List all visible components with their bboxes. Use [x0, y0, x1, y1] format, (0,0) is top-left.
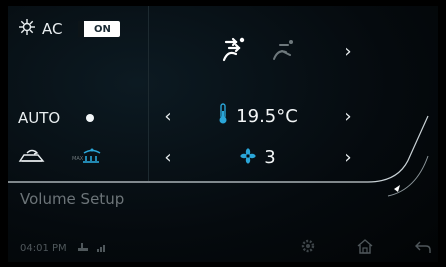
panel-edge-curve — [8, 115, 429, 197]
status-bar: 04:01 PM — [8, 234, 438, 262]
back-arrow-icon[interactable] — [414, 239, 432, 258]
nav-icons — [300, 238, 432, 258]
gear-icon[interactable] — [300, 238, 316, 258]
volume-setup-button[interactable]: Volume Setup — [20, 190, 124, 208]
home-icon[interactable] — [356, 238, 374, 258]
climate-screen: AC ON AUTO MAX › ‹ 19.5°C › ‹ 3 › Volume… — [8, 6, 438, 262]
connection-icon — [77, 242, 89, 255]
clock: 04:01 PM — [20, 242, 67, 254]
signal-icon — [96, 242, 107, 255]
status-icons — [77, 242, 107, 255]
